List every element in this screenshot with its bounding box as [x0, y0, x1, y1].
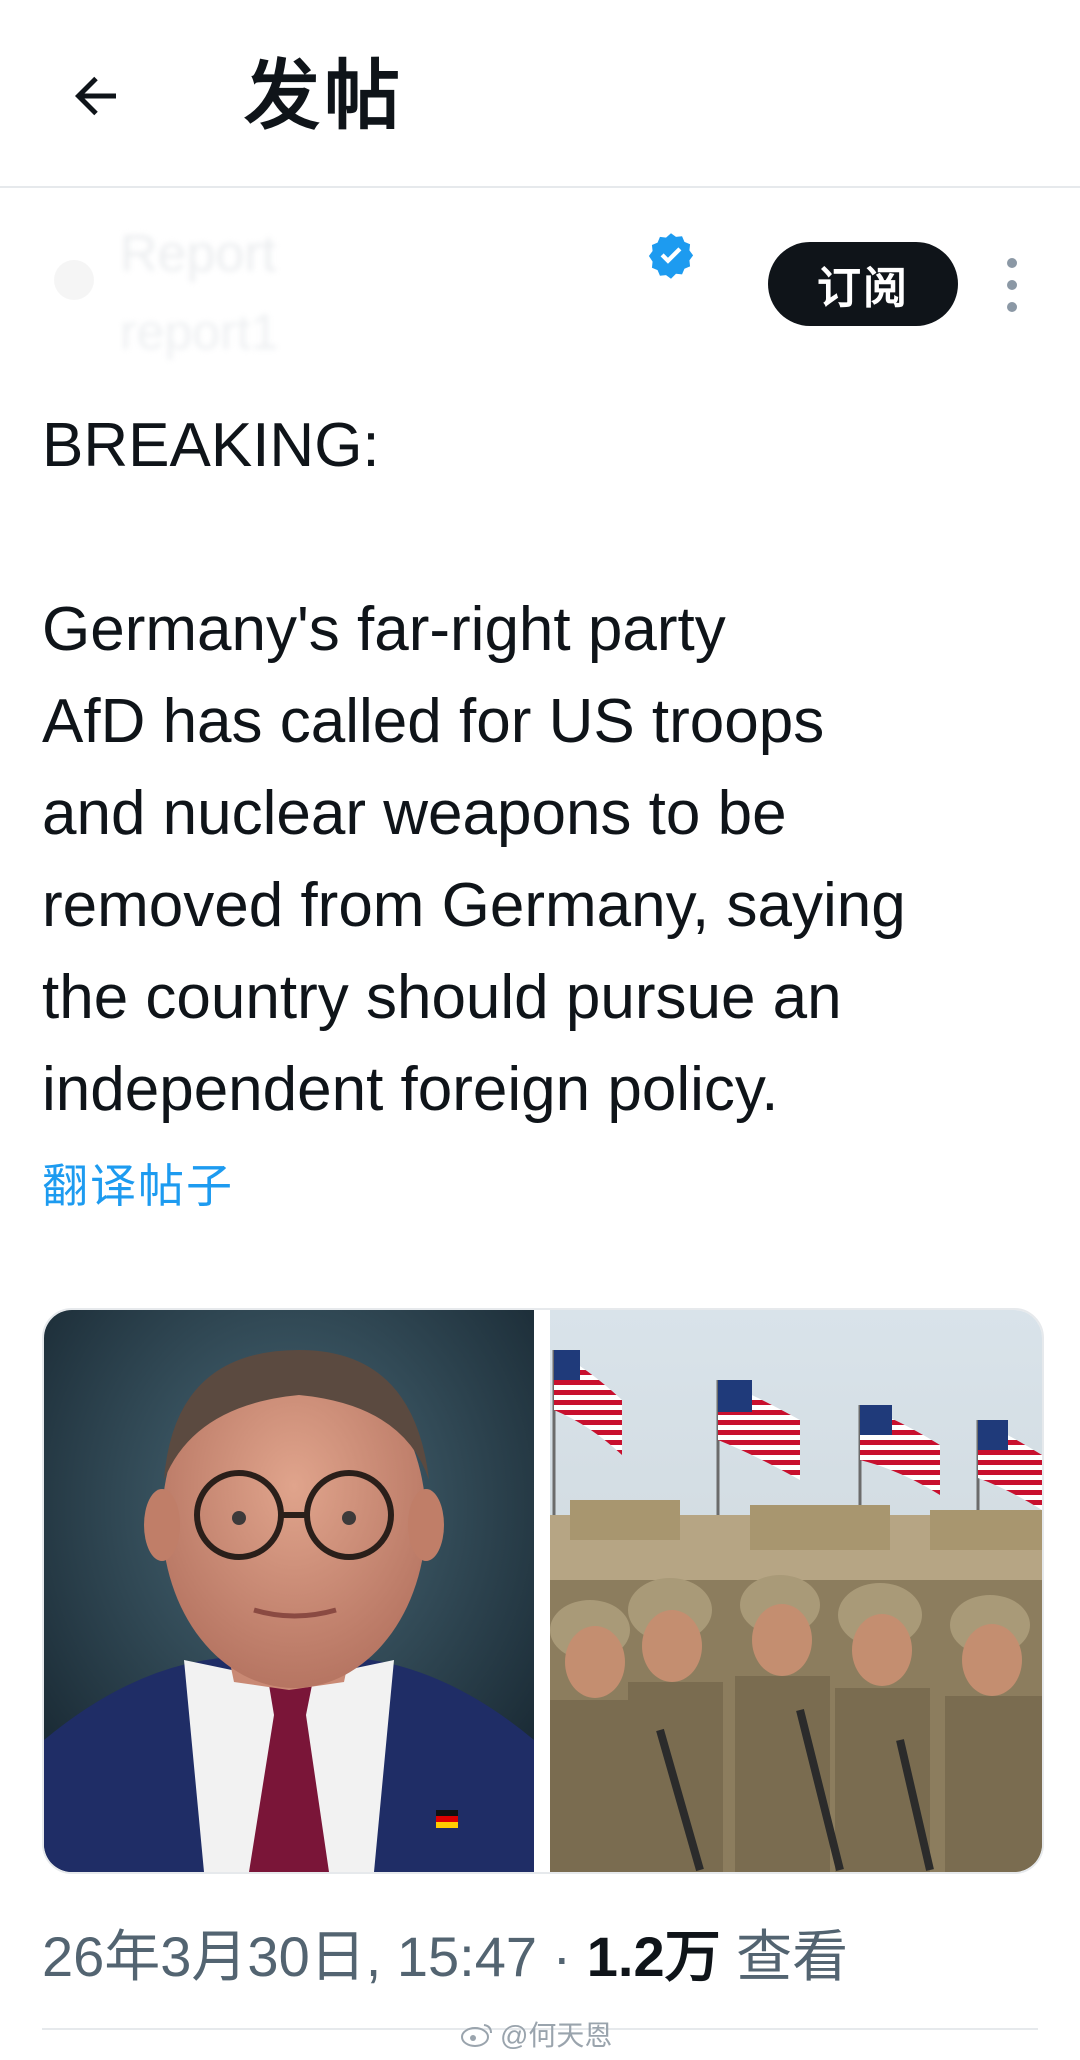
- tweet-text: BREAKING: Germany's far-right party AfD …: [42, 400, 1052, 1136]
- watermark: @何天恩: [460, 2014, 612, 2054]
- more-dot: [1007, 302, 1017, 312]
- tweet-line: AfD has called for US troops: [42, 687, 825, 756]
- portrait-photo[interactable]: [44, 1310, 534, 1872]
- tweet-timestamp[interactable]: 26年3月30日, 15:47 ·: [42, 1925, 587, 1988]
- avatar[interactable]: [54, 260, 94, 300]
- tweet-line: BREAKING:: [42, 411, 380, 480]
- soldiers-photo[interactable]: [550, 1310, 1042, 1872]
- translate-post-link[interactable]: 翻译帖子: [42, 1156, 234, 1216]
- more-dot: [1007, 280, 1017, 290]
- verified-badge-icon: [648, 233, 694, 279]
- back-button[interactable]: [56, 56, 136, 136]
- tweet-line: independent foreign policy.: [42, 1055, 779, 1124]
- author-name[interactable]: Report: [120, 224, 276, 284]
- tweet-line: Germany's far-right party: [42, 595, 726, 664]
- media-grid: [42, 1308, 1044, 1874]
- more-options-button[interactable]: [984, 240, 1040, 330]
- author-row: Report report1 订阅: [0, 190, 1080, 380]
- subscribe-button[interactable]: 订阅: [768, 242, 958, 326]
- tweet-line: removed from Germany, saying: [42, 871, 906, 940]
- tweet-line: and nuclear weapons to be: [42, 779, 787, 848]
- more-dot: [1007, 258, 1017, 268]
- views-label: 查看: [720, 1925, 849, 1988]
- tweet-line: the country should pursue an: [42, 963, 842, 1032]
- tweet-line-gap: [42, 492, 1052, 584]
- views-count: 1.2万: [586, 1925, 721, 1988]
- watermark-text: @何天恩: [500, 2020, 613, 2051]
- top-bar: 发帖: [0, 0, 1080, 188]
- tweet-meta: 26年3月30日, 15:47 · 1.2万 查看: [42, 1922, 848, 1992]
- weibo-icon: [461, 2024, 492, 2047]
- arrow-left-icon: [75, 76, 116, 116]
- page-title: 发帖: [244, 54, 404, 139]
- author-handle[interactable]: report1: [120, 302, 278, 362]
